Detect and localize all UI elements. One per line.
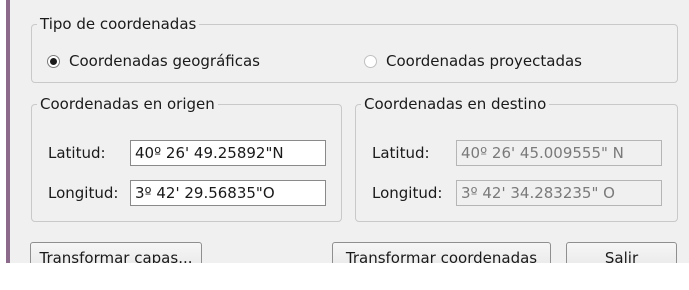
destination-latitude-label: Latitud: bbox=[372, 144, 430, 162]
coordinate-type-group: Tipo de coordenadas bbox=[31, 15, 678, 83]
origin-coordinates-legend: Coordenadas en origen bbox=[40, 95, 215, 113]
dialog-panel: Tipo de coordenadas Coordenadas geográfi… bbox=[10, 0, 689, 275]
origin-longitude-input[interactable] bbox=[130, 180, 326, 206]
projected-coordinates-label: Coordenadas proyectadas bbox=[386, 52, 582, 70]
coordinate-type-legend: Tipo de coordenadas bbox=[40, 15, 197, 33]
origin-latitude-label: Latitud: bbox=[48, 144, 106, 162]
projected-coordinates-radio[interactable]: Coordenadas proyectadas bbox=[364, 52, 582, 70]
origin-longitude-label: Longitud: bbox=[48, 184, 119, 202]
geographic-coordinates-radio[interactable]: Coordenadas geográficas bbox=[47, 52, 260, 70]
destination-latitude-input[interactable] bbox=[456, 140, 662, 166]
destination-coordinates-legend: Coordenadas en destino bbox=[364, 95, 547, 113]
destination-longitude-label: Longitud: bbox=[372, 184, 443, 202]
coordinate-transform-dialog: Tipo de coordenadas Coordenadas geográfi… bbox=[0, 0, 689, 290]
radio-unselected-icon bbox=[364, 54, 377, 68]
bottom-whitespace bbox=[0, 263, 689, 290]
radio-selected-icon bbox=[47, 54, 60, 68]
geographic-coordinates-label: Coordenadas geográficas bbox=[69, 52, 260, 70]
origin-latitude-input[interactable] bbox=[130, 140, 326, 166]
destination-longitude-input[interactable] bbox=[456, 180, 662, 206]
